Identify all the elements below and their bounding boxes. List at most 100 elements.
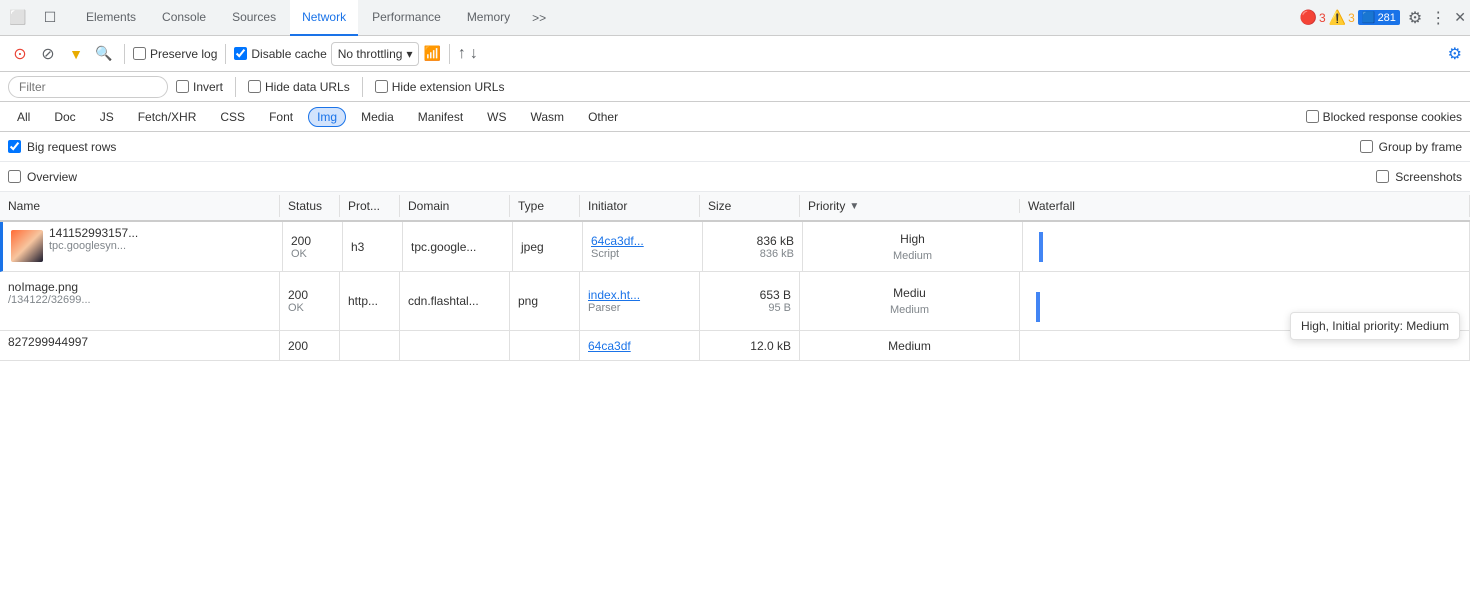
col-header-waterfall[interactable]: Waterfall xyxy=(1020,195,1470,217)
close-devtools-icon[interactable]: ✕ xyxy=(1454,9,1466,26)
type-filter-other[interactable]: Other xyxy=(579,107,627,127)
options-right-1: Group by frame xyxy=(1360,140,1462,154)
col-header-size[interactable]: Size xyxy=(700,195,800,217)
type-filter-css[interactable]: CSS xyxy=(211,107,254,127)
tab-memory[interactable]: Memory xyxy=(455,0,522,36)
disable-cache-checkbox[interactable]: Disable cache xyxy=(234,47,326,61)
more-options-icon[interactable]: ⋮ xyxy=(1430,8,1446,28)
type-filter-row: All Doc JS Fetch/XHR CSS Font Img Media … xyxy=(0,102,1470,132)
row-2-priority: Mediu Medium xyxy=(800,272,1020,330)
row-3-prot xyxy=(340,331,400,360)
overview-option[interactable]: Overview xyxy=(8,170,77,184)
row-3-name-cell: 827299944997 xyxy=(0,331,280,360)
row-3-type xyxy=(510,331,580,360)
type-filter-media[interactable]: Media xyxy=(352,107,403,127)
col-header-initiator[interactable]: Initiator xyxy=(580,195,700,217)
search-button[interactable]: 🔍 xyxy=(92,42,116,66)
priority-sort-icon: ▼ xyxy=(849,201,859,212)
error-badge-red: 🔴 3 xyxy=(1300,9,1326,26)
cursor-icon[interactable]: ⬜ xyxy=(4,4,32,32)
options-row-1: Big request rows Group by frame xyxy=(0,132,1470,162)
type-filter-fetch-xhr[interactable]: Fetch/XHR xyxy=(129,107,206,127)
tab-network[interactable]: Network xyxy=(290,0,358,36)
throttle-selector[interactable]: No throttling ▾ xyxy=(331,42,420,66)
filter-input[interactable] xyxy=(8,76,168,98)
col-header-priority[interactable]: Priority ▼ xyxy=(800,199,1020,213)
big-request-rows-checkbox[interactable] xyxy=(8,140,21,153)
hide-data-urls-checkbox[interactable] xyxy=(248,80,261,93)
invert-option[interactable]: Invert xyxy=(176,80,223,94)
row-1-domain: tpc.google... xyxy=(403,222,513,271)
options-row-2: Overview Screenshots xyxy=(0,162,1470,192)
separator-2 xyxy=(225,44,226,64)
settings-icon[interactable]: ⚙ xyxy=(1408,8,1422,28)
hide-ext-urls-option[interactable]: Hide extension URLs xyxy=(375,80,505,94)
type-filter-font[interactable]: Font xyxy=(260,107,302,127)
clear-button[interactable]: ⊘ xyxy=(36,42,60,66)
tab-performance[interactable]: Performance xyxy=(360,0,453,36)
import-har-icon[interactable]: ↑ xyxy=(458,45,466,63)
type-filter-all[interactable]: All xyxy=(8,107,39,127)
device-icon[interactable]: ☐ xyxy=(36,4,64,32)
filter-button[interactable]: ▼ xyxy=(64,42,88,66)
type-filter-manifest[interactable]: Manifest xyxy=(409,107,472,127)
row-1-prot: h3 xyxy=(343,222,403,271)
screenshots-option[interactable]: Screenshots xyxy=(1376,170,1462,184)
error-badge-blue: 🟦 281 xyxy=(1358,10,1400,25)
col-header-prot[interactable]: Prot... xyxy=(340,195,400,217)
overview-checkbox[interactable] xyxy=(8,170,21,183)
tab-more-button[interactable]: >> xyxy=(524,0,554,36)
row-1-size: 836 kB 836 kB xyxy=(703,222,803,271)
throttle-dropdown-icon: ▾ xyxy=(406,47,412,61)
row-1-thumbnail-image xyxy=(11,230,43,262)
group-by-frame-option[interactable]: Group by frame xyxy=(1360,140,1462,154)
network-toolbar: ⊙ ⊘ ▼ 🔍 Preserve log Disable cache No th… xyxy=(0,36,1470,72)
type-filter-wasm[interactable]: Wasm xyxy=(522,107,574,127)
table-row[interactable]: 827299944997 200 64ca3df 12.0 kB Medium xyxy=(0,331,1470,361)
row-3-initiator: 64ca3df xyxy=(580,331,700,360)
row-2-status: 200 OK xyxy=(280,272,340,330)
table-header: Name Status Prot... Domain Type Initiato… xyxy=(0,192,1470,222)
tab-console[interactable]: Console xyxy=(150,0,218,36)
type-filter-img[interactable]: Img xyxy=(308,107,346,127)
disable-cache-input[interactable] xyxy=(234,47,247,60)
export-har-icon[interactable]: ↓ xyxy=(470,45,478,63)
separator-3 xyxy=(449,44,450,64)
tab-sources[interactable]: Sources xyxy=(220,0,288,36)
filter-sep-1 xyxy=(235,77,236,97)
table-row[interactable]: 141152993157... tpc.googlesyn... 200 OK … xyxy=(0,222,1470,272)
screenshots-checkbox[interactable] xyxy=(1376,170,1389,183)
col-header-status[interactable]: Status xyxy=(280,195,340,217)
filter-row: Invert Hide data URLs Hide extension URL… xyxy=(0,72,1470,102)
invert-checkbox[interactable] xyxy=(176,80,189,93)
table-row[interactable]: noImage.png /134122/32699... 200 OK http… xyxy=(0,272,1470,331)
row-1-waterfall-bar xyxy=(1039,232,1043,262)
row-3-domain xyxy=(400,331,510,360)
devtools-icons: ⬜ ☐ xyxy=(4,4,64,32)
col-header-domain[interactable]: Domain xyxy=(400,195,510,217)
options-right-2: Screenshots xyxy=(1376,170,1462,184)
type-filter-doc[interactable]: Doc xyxy=(45,107,84,127)
hide-ext-urls-checkbox[interactable] xyxy=(375,80,388,93)
type-filter-ws[interactable]: WS xyxy=(478,107,515,127)
row-2-size: 653 B 95 B xyxy=(700,272,800,330)
col-header-type[interactable]: Type xyxy=(510,195,580,217)
blocked-response-cookies-option[interactable]: Blocked response cookies xyxy=(1306,110,1462,124)
stop-recording-button[interactable]: ⊙ xyxy=(8,42,32,66)
row-1-waterfall xyxy=(1023,222,1470,271)
filter-sep-2 xyxy=(362,77,363,97)
preserve-log-input[interactable] xyxy=(133,47,146,60)
hide-data-urls-option[interactable]: Hide data URLs xyxy=(248,80,350,94)
blocked-cookies-checkbox[interactable] xyxy=(1306,110,1319,123)
col-header-name[interactable]: Name xyxy=(0,195,280,217)
network-settings-icon[interactable]: ⚙ xyxy=(1448,44,1462,64)
tab-bar-right: 🔴 3 ⚠️ 3 🟦 281 ⚙ ⋮ ✕ xyxy=(1300,8,1466,28)
row-3-status: 200 xyxy=(280,331,340,360)
tab-elements[interactable]: Elements xyxy=(74,0,148,36)
network-conditions-icon[interactable]: 📶 xyxy=(423,45,440,62)
group-by-frame-checkbox[interactable] xyxy=(1360,140,1373,153)
preserve-log-checkbox[interactable]: Preserve log xyxy=(133,47,217,61)
type-filter-js[interactable]: JS xyxy=(91,107,123,127)
row-1-type: jpeg xyxy=(513,222,583,271)
big-request-rows-option[interactable]: Big request rows xyxy=(8,140,116,154)
